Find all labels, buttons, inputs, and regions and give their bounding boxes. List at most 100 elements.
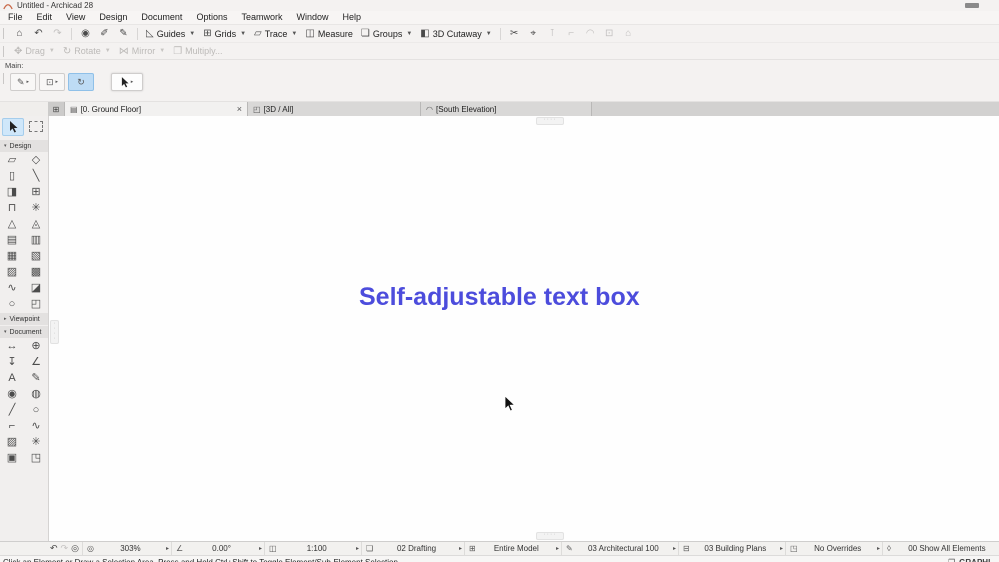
menu-edit[interactable]: Edit bbox=[30, 11, 60, 24]
arrow-select-button[interactable]: ▸ bbox=[111, 73, 143, 91]
home-icon[interactable]: ⌂ bbox=[10, 26, 29, 42]
parameter-set-icon[interactable]: ◉ bbox=[76, 26, 95, 42]
structure-display-dropdown-icon[interactable]: ▸ bbox=[556, 545, 559, 552]
grids-button-dropdown-icon[interactable]: ▼ bbox=[240, 31, 246, 37]
dimension-tool[interactable]: ↔ bbox=[1, 338, 23, 354]
menu-file[interactable]: File bbox=[1, 11, 30, 24]
hotlink-tool[interactable]: ◰ bbox=[25, 296, 47, 312]
zoom-select-icon[interactable]: ◎ bbox=[71, 543, 79, 554]
layer-combination-control[interactable]: ❏ 02 Drafting ▸ bbox=[360, 542, 464, 555]
fill-tool[interactable]: ▨ bbox=[1, 434, 23, 450]
figure-tool[interactable]: ▣ bbox=[1, 450, 23, 466]
line-tool[interactable]: ╱ bbox=[1, 402, 23, 418]
zoom-level-control[interactable]: ◎ 303% ▸ bbox=[81, 542, 171, 555]
scrollbar-collapse-handle-bottom[interactable]: ···· bbox=[536, 532, 564, 540]
window-restore-icon[interactable]: ❐ bbox=[948, 558, 955, 562]
window-tool[interactable]: ⊞ bbox=[25, 184, 47, 200]
roof-tool[interactable]: △ bbox=[1, 216, 23, 232]
menu-view[interactable]: View bbox=[59, 11, 92, 24]
mesh-tool[interactable]: ▧ bbox=[25, 248, 47, 264]
slab-tool[interactable]: ◇ bbox=[25, 152, 47, 168]
tab-ground-floor[interactable]: ▤ [0. Ground Floor] × bbox=[65, 102, 248, 116]
polyline-tool[interactable]: ⌐ bbox=[1, 418, 23, 434]
groups-button[interactable]: ❏ Groups ▼ bbox=[357, 28, 416, 39]
graphic-override-control[interactable]: ◳ No Overrides ▸ bbox=[784, 542, 882, 555]
section-header-document[interactable]: ▾ Document bbox=[0, 326, 48, 338]
menu-window[interactable]: Window bbox=[289, 11, 335, 24]
label-tool[interactable]: ✎ bbox=[25, 370, 47, 386]
level-dimension-tool[interactable]: ⊕ bbox=[25, 338, 47, 354]
elevation-dimension-tool[interactable]: ↧ bbox=[1, 354, 23, 370]
undo-icon[interactable]: ↶ bbox=[29, 26, 48, 42]
zone-tool[interactable]: ◪ bbox=[25, 280, 47, 296]
grid-element-tool[interactable]: ○ bbox=[1, 296, 23, 312]
scale-control[interactable]: ◫ 1:100 ▸ bbox=[263, 542, 361, 555]
guides-button[interactable]: ◺ Guides ▼ bbox=[142, 28, 199, 39]
drawing-canvas[interactable]: Self-adjustable text box ···· ···· · · · · bbox=[49, 116, 999, 541]
scale-dropdown-icon[interactable]: ▸ bbox=[356, 545, 359, 552]
element-settings-button[interactable]: ⊡ ▸ bbox=[39, 73, 65, 91]
menu-document[interactable]: Document bbox=[134, 11, 189, 24]
orientation-control[interactable]: ∠ 0.00° ▸ bbox=[170, 542, 264, 555]
groups-button-dropdown-icon[interactable]: ▼ bbox=[406, 31, 412, 37]
graphic-override-dropdown-icon[interactable]: ▸ bbox=[877, 545, 880, 552]
dimension-style-dropdown-icon[interactable]: ▸ bbox=[780, 545, 783, 552]
tab-overview-button[interactable]: ⊞ bbox=[48, 102, 65, 116]
tab-close-icon[interactable]: × bbox=[231, 104, 242, 114]
favorites-button[interactable]: ✎ ▸ bbox=[10, 73, 36, 91]
section-header-viewpoint[interactable]: ▸ Viewpoint bbox=[0, 313, 48, 325]
morph-tool[interactable]: ∿ bbox=[1, 280, 23, 296]
text-tool[interactable]: A bbox=[1, 370, 23, 386]
pen-set-control[interactable]: ✎ 03 Architectural 100 ▸ bbox=[560, 542, 678, 555]
spline-tool[interactable]: ∿ bbox=[25, 418, 47, 434]
wall-tool[interactable]: ▱ bbox=[1, 152, 23, 168]
menu-options[interactable]: Options bbox=[189, 11, 234, 24]
stair-tool[interactable]: ▤ bbox=[1, 232, 23, 248]
panel-collapse-handle[interactable]: · · · · bbox=[50, 320, 59, 344]
inject-parameters-icon[interactable]: ✎ bbox=[114, 26, 133, 42]
marquee-tool[interactable] bbox=[26, 118, 46, 134]
object-tool[interactable]: ⊓ bbox=[1, 200, 23, 216]
lamp-tool[interactable]: ✳ bbox=[25, 200, 47, 216]
arrow-select-dropdown-icon[interactable]: ▸ bbox=[131, 79, 134, 85]
curtain-wall-tool[interactable]: ▦ bbox=[1, 248, 23, 264]
canvas-text-element[interactable]: Self-adjustable text box bbox=[359, 283, 640, 312]
beam-tool[interactable]: ╲ bbox=[25, 168, 47, 184]
pen-set-dropdown-icon[interactable]: ▸ bbox=[673, 545, 676, 552]
layer-combination-dropdown-icon[interactable]: ▸ bbox=[459, 545, 462, 552]
back-view-icon[interactable]: ↶ bbox=[50, 543, 58, 554]
trace-button-dropdown-icon[interactable]: ▼ bbox=[291, 31, 297, 37]
opening-tool[interactable]: ▨ bbox=[1, 264, 23, 280]
3d-cutaway-button[interactable]: ◧ 3D Cutaway ▼ bbox=[416, 28, 495, 39]
arrow-tool[interactable] bbox=[2, 118, 24, 136]
trace-button[interactable]: ▱ Trace ▼ bbox=[250, 28, 301, 39]
drawing-tool[interactable]: ◳ bbox=[25, 450, 47, 466]
shell-tool[interactable]: ◬ bbox=[25, 216, 47, 232]
door-tool[interactable]: ◨ bbox=[1, 184, 23, 200]
menu-teamwork[interactable]: Teamwork bbox=[234, 11, 289, 24]
column-tool[interactable]: ▯ bbox=[1, 168, 23, 184]
tab-south-elevation[interactable]: ◠ [South Elevation] bbox=[421, 102, 592, 116]
tab-3d-all[interactable]: ◰ [3D / All] bbox=[248, 102, 421, 116]
circle-tool[interactable]: ○ bbox=[25, 402, 47, 418]
grids-button[interactable]: ⊞ Grids ▼ bbox=[199, 28, 250, 39]
3d-cutaway-button-dropdown-icon[interactable]: ▼ bbox=[486, 31, 492, 37]
guides-button-dropdown-icon[interactable]: ▼ bbox=[189, 31, 195, 37]
pick-up-parameters-icon[interactable]: ✐ bbox=[95, 26, 114, 42]
menu-design[interactable]: Design bbox=[92, 11, 134, 24]
element-settings-button-dropdown-icon[interactable]: ▸ bbox=[56, 79, 59, 85]
split-icon[interactable]: ✂ bbox=[505, 26, 524, 42]
zoom-level-dropdown-icon[interactable]: ▸ bbox=[166, 545, 169, 552]
scrollbar-collapse-handle-top[interactable]: ···· bbox=[536, 117, 564, 125]
minimize-button[interactable] bbox=[965, 3, 979, 8]
marker-tool[interactable]: ◉ bbox=[1, 386, 23, 402]
angle-dimension-tool[interactable]: ∠ bbox=[25, 354, 47, 370]
orbit-button[interactable]: ↻ bbox=[68, 73, 94, 91]
orientation-dropdown-icon[interactable]: ▸ bbox=[259, 545, 262, 552]
skylight-tool[interactable]: ▩ bbox=[25, 264, 47, 280]
renovation-filter-control[interactable]: ◊00 Show All Elements▸ bbox=[881, 542, 999, 555]
dimension-style-control[interactable]: ⊟ 03 Building Plans ▸ bbox=[677, 542, 785, 555]
adjust-icon[interactable]: ⌖ bbox=[524, 26, 543, 42]
measure-button[interactable]: ◫ Measure bbox=[301, 28, 356, 39]
section-header-design[interactable]: ▾ Design bbox=[0, 140, 48, 152]
